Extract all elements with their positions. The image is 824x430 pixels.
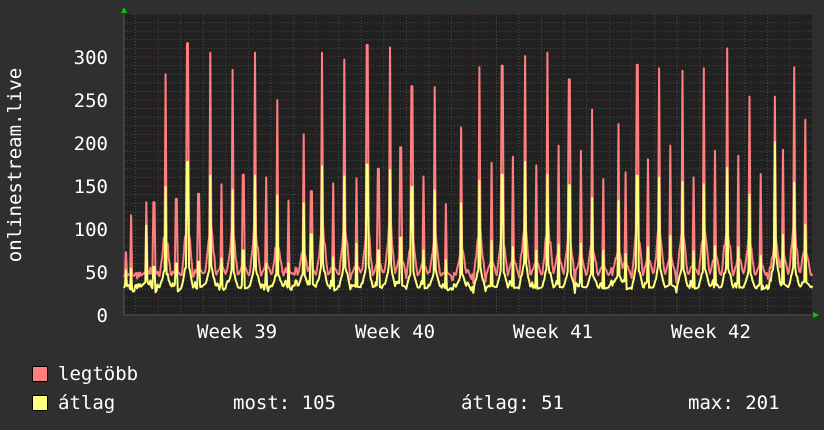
y-tick-label: 150 bbox=[74, 176, 108, 198]
y-axis-arrow-icon bbox=[121, 7, 127, 13]
y-tick-label: 0 bbox=[97, 305, 108, 327]
legend-label-legtobb: legtöbb bbox=[58, 363, 139, 385]
y-tick-label: 200 bbox=[74, 133, 108, 155]
y-tick-label: 250 bbox=[74, 90, 108, 112]
y-tick-label: 100 bbox=[74, 219, 108, 241]
stat-max: max: 201 bbox=[688, 392, 780, 414]
x-axis-ticks: Week 39 Week 40 Week 41 Week 42 bbox=[197, 321, 751, 343]
x-tick-label: Week 39 bbox=[197, 321, 277, 343]
legend-swatch-legtobb bbox=[32, 366, 48, 382]
legend-label-atlag: átlag bbox=[58, 392, 116, 414]
y-axis-label: onlinestream.live bbox=[4, 68, 26, 262]
y-axis-ticks: 0 50 100 150 200 250 300 bbox=[74, 47, 108, 327]
y-tick-label: 50 bbox=[85, 262, 108, 284]
stat-most: most: 105 bbox=[233, 392, 336, 414]
x-tick-label: Week 41 bbox=[513, 321, 593, 343]
stat-atlag: átlag: 51 bbox=[461, 392, 564, 414]
x-tick-label: Week 42 bbox=[671, 321, 751, 343]
y-tick-label: 300 bbox=[74, 47, 108, 69]
x-tick-label: Week 40 bbox=[355, 321, 435, 343]
legend-swatch-atlag bbox=[32, 395, 48, 411]
x-axis-arrow-icon bbox=[813, 312, 819, 318]
